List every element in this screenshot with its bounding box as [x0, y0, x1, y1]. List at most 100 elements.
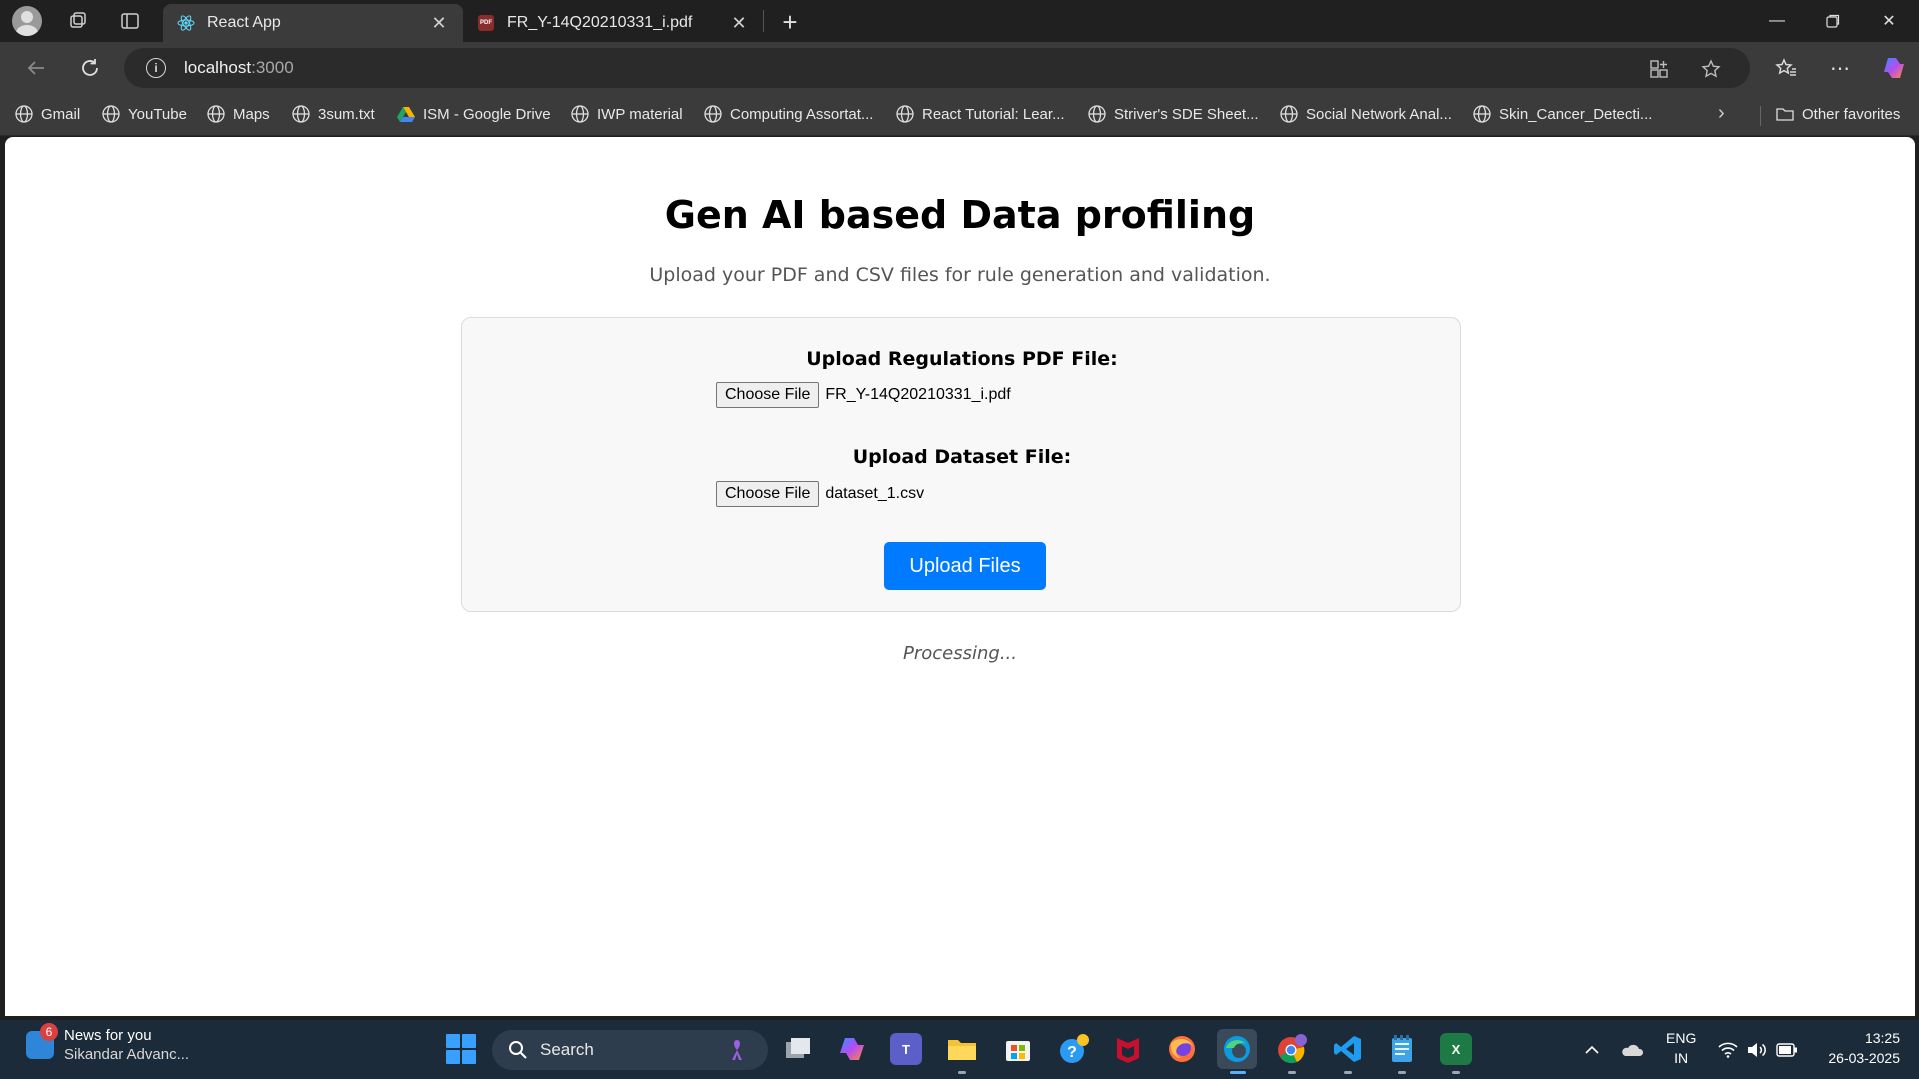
- vertical-tabs-icon[interactable]: [112, 5, 148, 37]
- volume-icon[interactable]: [1746, 1020, 1766, 1079]
- bookmark-label: ISM - Google Drive: [423, 105, 551, 123]
- page-title: Gen AI based Data profiling: [664, 193, 1256, 237]
- pdf-file-name: FR_Y-14Q20210331_i.pdf: [825, 386, 1011, 403]
- bookmark-label: React Tutorial: Lear...: [922, 105, 1065, 123]
- globe-icon: [704, 105, 722, 123]
- address-bar[interactable]: i localhost:3000: [124, 48, 1750, 88]
- close-tab-icon[interactable]: ✕: [429, 13, 449, 34]
- bookmark-label: Computing Assortat...: [730, 105, 874, 123]
- edge-icon[interactable]: [1217, 1029, 1257, 1069]
- upload-files-button[interactable]: Upload Files: [884, 542, 1046, 590]
- bookmark-computing[interactable]: Computing Assortat...: [703, 104, 873, 124]
- other-favorites-label: Other favorites: [1802, 105, 1901, 123]
- copilot-app-icon[interactable]: [836, 1033, 868, 1065]
- teams-icon[interactable]: T: [890, 1033, 922, 1065]
- input-language[interactable]: ENG IN: [1666, 1028, 1696, 1068]
- dataset-file-input[interactable]: Choose File dataset_1.csv: [716, 481, 924, 507]
- excel-icon[interactable]: X: [1440, 1033, 1472, 1065]
- pdf-icon: PDF: [477, 14, 495, 32]
- get-help-icon[interactable]: ?: [1058, 1033, 1090, 1065]
- site-info-icon[interactable]: i: [146, 58, 166, 78]
- awareness-ribbon-icon: [732, 1040, 742, 1060]
- bookmark-3sum[interactable]: 3sum.txt: [291, 104, 375, 124]
- bookmark-striver-sde[interactable]: Striver's SDE Sheet...: [1087, 104, 1259, 124]
- wifi-icon[interactable]: [1718, 1020, 1738, 1079]
- news-title: News for you: [64, 1027, 152, 1044]
- tab-title: React App: [207, 14, 281, 31]
- profile-avatar-icon[interactable]: [12, 6, 42, 36]
- restore-icon[interactable]: [1805, 0, 1861, 42]
- globe-icon: [1280, 105, 1298, 123]
- bookmark-gmail[interactable]: Gmail: [14, 104, 80, 124]
- google-drive-icon: [397, 107, 415, 122]
- bookmark-skin-cancer[interactable]: Skin_Cancer_Detecti...: [1472, 104, 1652, 124]
- bookmark-social-network[interactable]: Social Network Anal...: [1279, 104, 1452, 124]
- running-indicator: [958, 1071, 966, 1074]
- mcafee-icon[interactable]: [1112, 1033, 1144, 1065]
- battery-icon[interactable]: [1776, 1020, 1798, 1079]
- url-port: :3000: [251, 58, 294, 77]
- firefox-icon[interactable]: [1166, 1033, 1198, 1065]
- globe-icon: [1088, 105, 1106, 123]
- favorite-star-icon[interactable]: [1698, 56, 1724, 82]
- chrome-icon[interactable]: [1276, 1033, 1308, 1065]
- news-icon: 6: [26, 1023, 58, 1059]
- minimize-icon[interactable]: —: [1749, 0, 1805, 42]
- news-subtitle: Sikandar Advanc...: [64, 1046, 190, 1063]
- close-tab-icon[interactable]: ✕: [729, 13, 749, 34]
- system-clock[interactable]: 13:25 26-03-2025: [1810, 1028, 1900, 1068]
- running-indicator: [1398, 1071, 1406, 1074]
- vscode-icon[interactable]: [1332, 1033, 1364, 1065]
- task-view-icon[interactable]: [782, 1033, 814, 1065]
- bookmark-label: IWP material: [597, 105, 683, 123]
- search-icon: [509, 1041, 527, 1059]
- taskbar-search[interactable]: Search: [492, 1030, 768, 1070]
- news-badge: 6: [40, 1023, 58, 1041]
- chevron-right-icon[interactable]: ›: [1718, 102, 1725, 125]
- page-viewport: Gen AI based Data profiling Upload your …: [5, 137, 1915, 1016]
- show-hidden-icons-chevron-icon[interactable]: [1584, 1020, 1600, 1079]
- bookmark-label: Social Network Anal...: [1306, 105, 1452, 123]
- onedrive-icon[interactable]: [1620, 1020, 1644, 1079]
- processing-status: Processing...: [903, 643, 1017, 664]
- pdf-file-input[interactable]: Choose File FR_Y-14Q20210331_i.pdf: [716, 382, 1011, 408]
- bookmark-ism-drive[interactable]: ISM - Google Drive: [396, 104, 551, 124]
- tab-title: FR_Y-14Q20210331_i.pdf: [507, 14, 693, 31]
- file-explorer-icon[interactable]: [946, 1033, 978, 1065]
- bookmark-iwp-material[interactable]: IWP material: [570, 104, 683, 124]
- more-menu-icon[interactable]: ⋯: [1820, 48, 1860, 88]
- bookmark-react-tutorial[interactable]: React Tutorial: Lear...: [895, 104, 1065, 124]
- new-tab-plus-icon[interactable]: +: [774, 6, 806, 38]
- tab-divider: [763, 10, 764, 32]
- pdf-choose-file-button[interactable]: Choose File: [716, 382, 820, 408]
- news-widget[interactable]: 6 News for you Sikandar Advanc...: [26, 1023, 190, 1064]
- svg-text:?: ?: [1067, 1044, 1077, 1061]
- other-favorites[interactable]: Other favorites: [1775, 104, 1900, 124]
- back-arrow-icon[interactable]: [16, 48, 56, 88]
- pdf-upload-label: Upload Regulations PDF File:: [806, 348, 1118, 370]
- bookmark-maps[interactable]: Maps: [206, 104, 270, 124]
- app-available-icon[interactable]: [1646, 56, 1672, 82]
- bookmark-label: Gmail: [41, 105, 81, 123]
- tab-pdf[interactable]: PDF FR_Y-14Q20210331_i.pdf ✕: [463, 4, 763, 42]
- upload-card: Upload Regulations PDF File: Choose File…: [461, 317, 1461, 612]
- close-window-icon[interactable]: ✕: [1861, 0, 1917, 42]
- refresh-icon[interactable]: [70, 48, 110, 88]
- notepad-icon[interactable]: [1386, 1033, 1418, 1065]
- windows-start-icon[interactable]: [446, 1034, 476, 1064]
- windows-taskbar: 6 News for you Sikandar Advanc... Search…: [0, 1020, 1919, 1079]
- globe-icon: [1473, 105, 1491, 123]
- globe-icon: [15, 105, 33, 123]
- search-label: Search: [540, 1040, 594, 1059]
- dataset-choose-file-button[interactable]: Choose File: [716, 481, 820, 507]
- copilot-icon[interactable]: [1874, 48, 1914, 88]
- language-code: ENG: [1666, 1030, 1697, 1046]
- microsoft-store-icon[interactable]: [1002, 1033, 1034, 1065]
- tab-react-app[interactable]: React App ✕: [163, 4, 463, 42]
- favorites-icon[interactable]: [1766, 48, 1806, 88]
- bookmark-youtube[interactable]: YouTube: [101, 104, 187, 124]
- region-code: IN: [1674, 1050, 1689, 1066]
- bookmark-label: Maps: [233, 105, 270, 123]
- workspaces-icon[interactable]: [60, 5, 96, 37]
- bookmark-divider: [1760, 106, 1761, 126]
